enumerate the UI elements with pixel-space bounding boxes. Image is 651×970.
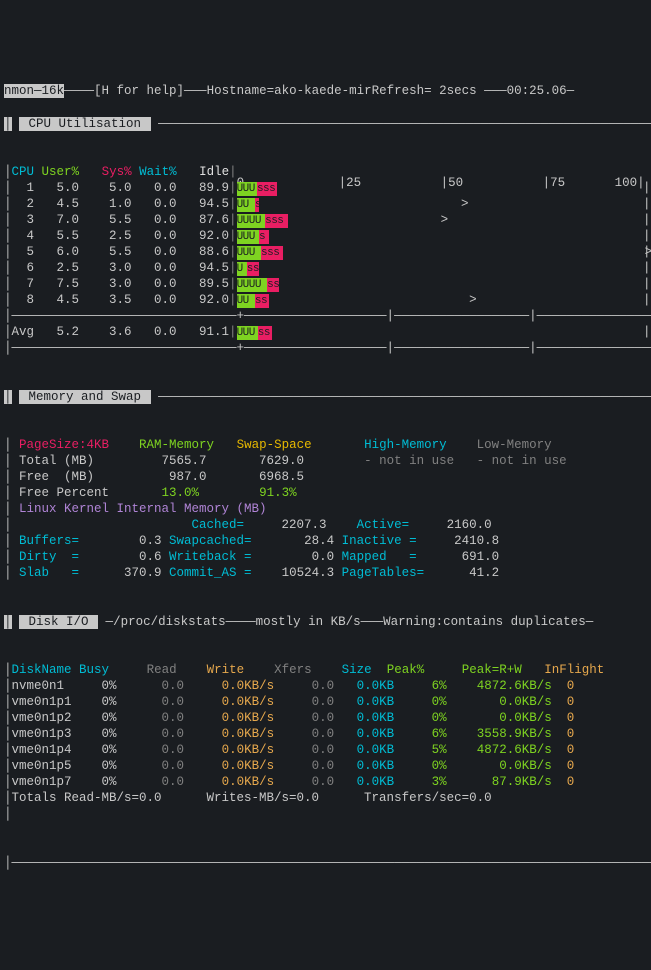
disk-section-header: │ Disk I/O —/proc/diskstats————mostly in… — [4, 614, 647, 630]
disk-row: │vme0n1p7 0% 0.0 0.0KB/s 0.0 0.0KB 3% 87… — [4, 774, 647, 790]
cpu-row: │ 6 2.5 3.0 0.0 94.5|Uss| — [4, 260, 647, 276]
cpu-table: │CPU User% Sys% Wait% Idle|0|25|50|75100… — [4, 164, 647, 356]
memory-block: │ PageSize:4KB RAM-Memory Swap-Space Hig… — [4, 437, 647, 581]
cpu-row: │ 8 4.5 3.5 0.0 92.0|UUss>| — [4, 292, 647, 308]
cpu-row: │ 3 7.0 5.5 0.0 87.6|UUUUsss>| — [4, 212, 647, 228]
disk-row: │vme0n1p1 0% 0.0 0.0KB/s 0.0 0.0KB 0% 0.… — [4, 694, 647, 710]
cpu-section-header: │ CPU Utilisation ——————————————————————… — [4, 116, 647, 132]
disk-row: │vme0n1p3 0% 0.0 0.0KB/s 0.0 0.0KB 6% 35… — [4, 726, 647, 742]
cpu-row: │ 4 5.5 2.5 0.0 92.0|UUUs| — [4, 228, 647, 244]
cpu-row: │ 2 4.5 1.0 0.0 94.5|UUs>| — [4, 196, 647, 212]
header-line: nmon—16k————[H for help]———Hostname=ako-… — [4, 83, 647, 99]
mem-section-header: │ Memory and Swap ——————————————————————… — [4, 389, 647, 405]
bottom-border: │———————————————————————————————————————… — [4, 855, 647, 871]
disk-row: │vme0n1p5 0% 0.0 0.0KB/s 0.0 0.0KB 0% 0.… — [4, 758, 647, 774]
disk-table: │DiskName Busy Read Write Xfers Size Pea… — [4, 662, 647, 822]
cpu-row: │ 7 7.5 3.0 0.0 89.5|UUUUss| — [4, 276, 647, 292]
disk-row: │nvme0n1 0% 0.0 0.0KB/s 0.0 0.0KB 6% 487… — [4, 678, 647, 694]
cpu-row: │Avg 5.2 3.6 0.0 91.1|UUUss| — [4, 324, 647, 340]
disk-row: │vme0n1p2 0% 0.0 0.0KB/s 0.0 0.0KB 0% 0.… — [4, 710, 647, 726]
disk-row: │vme0n1p4 0% 0.0 0.0KB/s 0.0 0.0KB 5% 48… — [4, 742, 647, 758]
cpu-row: │ 5 6.0 5.5 0.0 88.6|UUUsss>| — [4, 244, 647, 260]
cpu-row: │ 1 5.0 5.0 0.0 89.9|UUUsss| — [4, 180, 647, 196]
